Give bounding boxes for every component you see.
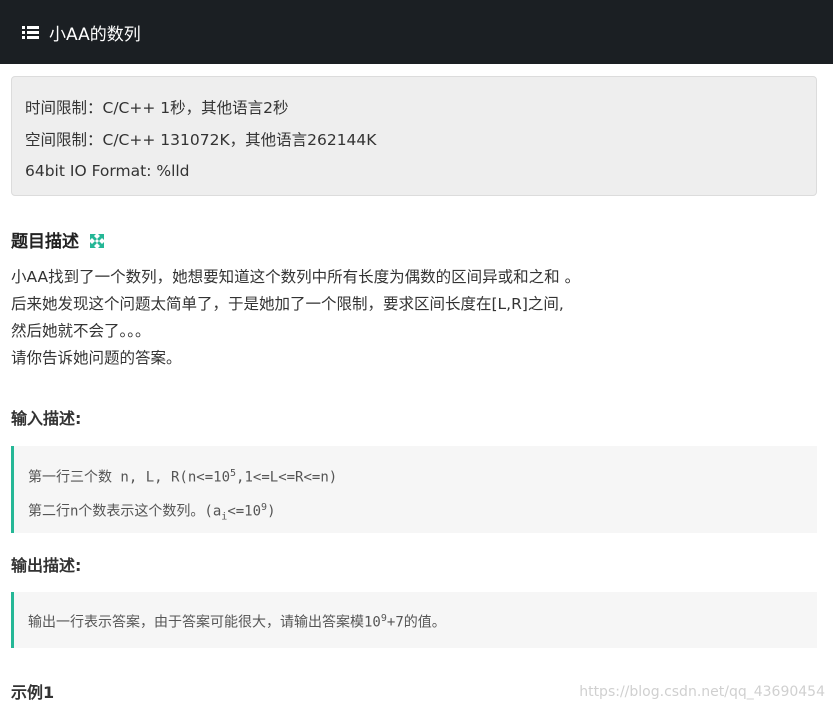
watermark: https://blog.csdn.net/qq_43690454 [579,684,825,700]
description-title: 题目描述 [11,232,79,252]
description-line: 请你告诉她问题的答案。 [11,349,182,367]
input-heading: 输入描述: [11,409,82,428]
list-icon [22,25,39,39]
expand-icon[interactable] [89,233,105,249]
page-title: 小AA的数列 [49,24,141,45]
space-limit: 空间限制：C/C++ 131072K，其他语言262144K [25,130,377,149]
example-heading: 示例1 [11,683,55,702]
output-line: 输出一行表示答案，由于答案可能很大，请输出答案模109+7的值。 [28,613,446,631]
output-heading: 输出描述: [11,556,82,575]
description-body: 小AA找到了一个数列，她想要知道这个数列中所有长度为偶数的区间异或和之和 。 后… [11,264,580,372]
output-box: 输出一行表示答案，由于答案可能很大，请输出答案模109+7的值。 [11,592,817,648]
description-line: 小AA找到了一个数列，她想要知道这个数列中所有长度为偶数的区间异或和之和 。 [11,268,581,286]
input-line-2: 第二行n个数表示这个数列。(ai<=109) [28,501,276,523]
description-line: 然后她就不会了。。。 [11,322,151,340]
io-format: 64bit IO Format: %lld [25,162,190,180]
input-line-1: 第一行三个数 n, L, R(n<=105,1<=L<=R<=n) [28,468,338,486]
input-box: 第一行三个数 n, L, R(n<=105,1<=L<=R<=n) 第二行n个数… [11,446,817,533]
description-heading: 题目描述 [11,227,105,252]
time-limit: 时间限制：C/C++ 1秒，其他语言2秒 [25,99,289,117]
header-bar: 小AA的数列 [0,0,833,64]
limits-panel: 时间限制：C/C++ 1秒，其他语言2秒 空间限制：C/C++ 131072K，… [11,76,817,196]
description-line: 后来她发现这个问题太简单了，于是她加了一个限制，要求区间长度在[L,R]之间, [11,295,564,313]
